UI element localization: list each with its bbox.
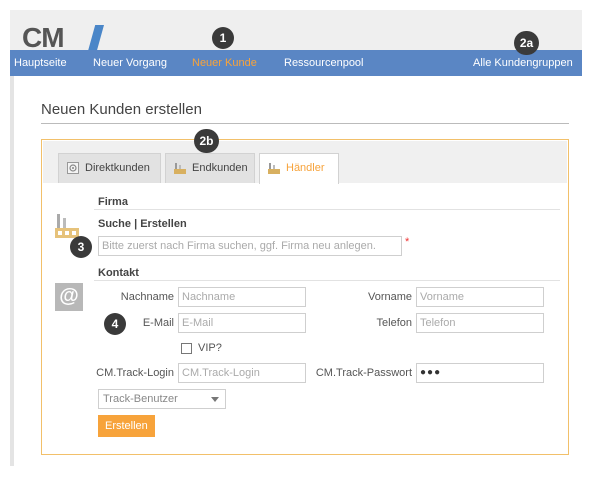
main-nav: Hauptseite Neuer Vorgang Neuer Kunde Res… (10, 50, 582, 76)
required-mark: * (405, 236, 410, 248)
firma-heading: Firma (98, 196, 128, 208)
page-title: Neuen Kunden erstellen (41, 101, 202, 118)
nav-ressourcenpool[interactable]: Ressourcenpool (284, 50, 364, 76)
nav-neuer-kunde[interactable]: Neuer Kunde (192, 50, 257, 76)
login-label: CM.Track-Login (96, 367, 174, 379)
title-divider (41, 123, 569, 124)
marker-2b: 2b (194, 129, 219, 153)
password-label: CM.Track-Passwort (315, 367, 412, 379)
marker-3: 3 (70, 236, 92, 258)
track-user-select[interactable]: Track-Benutzer (98, 389, 226, 409)
factory-icon (55, 214, 79, 238)
email-field[interactable] (178, 313, 306, 333)
kontakt-divider (94, 280, 560, 281)
tab-label: Händler (286, 162, 325, 174)
left-border (10, 76, 14, 466)
vip-label: VIP? (198, 342, 222, 354)
telefon-field[interactable] (416, 313, 544, 333)
kontakt-heading: Kontakt (98, 267, 139, 279)
marker-4: 4 (104, 313, 126, 335)
vorname-field[interactable] (416, 287, 544, 307)
factory-icon (268, 163, 280, 174)
marker-2a: 2a (514, 31, 539, 55)
tab-endkunden[interactable]: Endkunden (165, 153, 255, 183)
track-user-select-value: Track-Benutzer (103, 393, 178, 405)
firma-search-input[interactable] (98, 236, 402, 256)
firma-divider (94, 209, 560, 210)
telefon-label: Telefon (376, 317, 412, 329)
password-field[interactable]: ●●● (416, 363, 544, 383)
vip-checkbox[interactable] (181, 343, 192, 354)
tab-haendler[interactable]: Händler (259, 153, 339, 184)
tab-direktkunden[interactable]: Direktkunden (58, 153, 161, 183)
erstellen-button[interactable]: Erstellen (98, 415, 155, 437)
nachname-field[interactable] (178, 287, 306, 307)
nachname-label: Nachname (120, 291, 174, 303)
firma-subheading: Suche | Erstellen (98, 218, 187, 230)
target-icon (67, 162, 79, 174)
logo-slash-icon (88, 25, 104, 51)
login-field[interactable] (178, 363, 306, 383)
chevron-down-icon (211, 397, 219, 402)
app-logo: CM (22, 22, 65, 53)
tab-label: Endkunden (192, 162, 248, 174)
nav-neuer-vorgang[interactable]: Neuer Vorgang (93, 50, 167, 76)
factory-icon (174, 163, 186, 174)
tab-label: Direktkunden (85, 162, 150, 174)
at-icon: @ (55, 283, 83, 311)
customer-type-tabs: Direktkunden Endkunden Händler (43, 141, 567, 184)
app-header: CM (10, 10, 582, 53)
vorname-label: Vorname (367, 291, 412, 303)
marker-1: 1 (212, 27, 234, 49)
nav-hauptseite[interactable]: Hauptseite (14, 50, 67, 76)
